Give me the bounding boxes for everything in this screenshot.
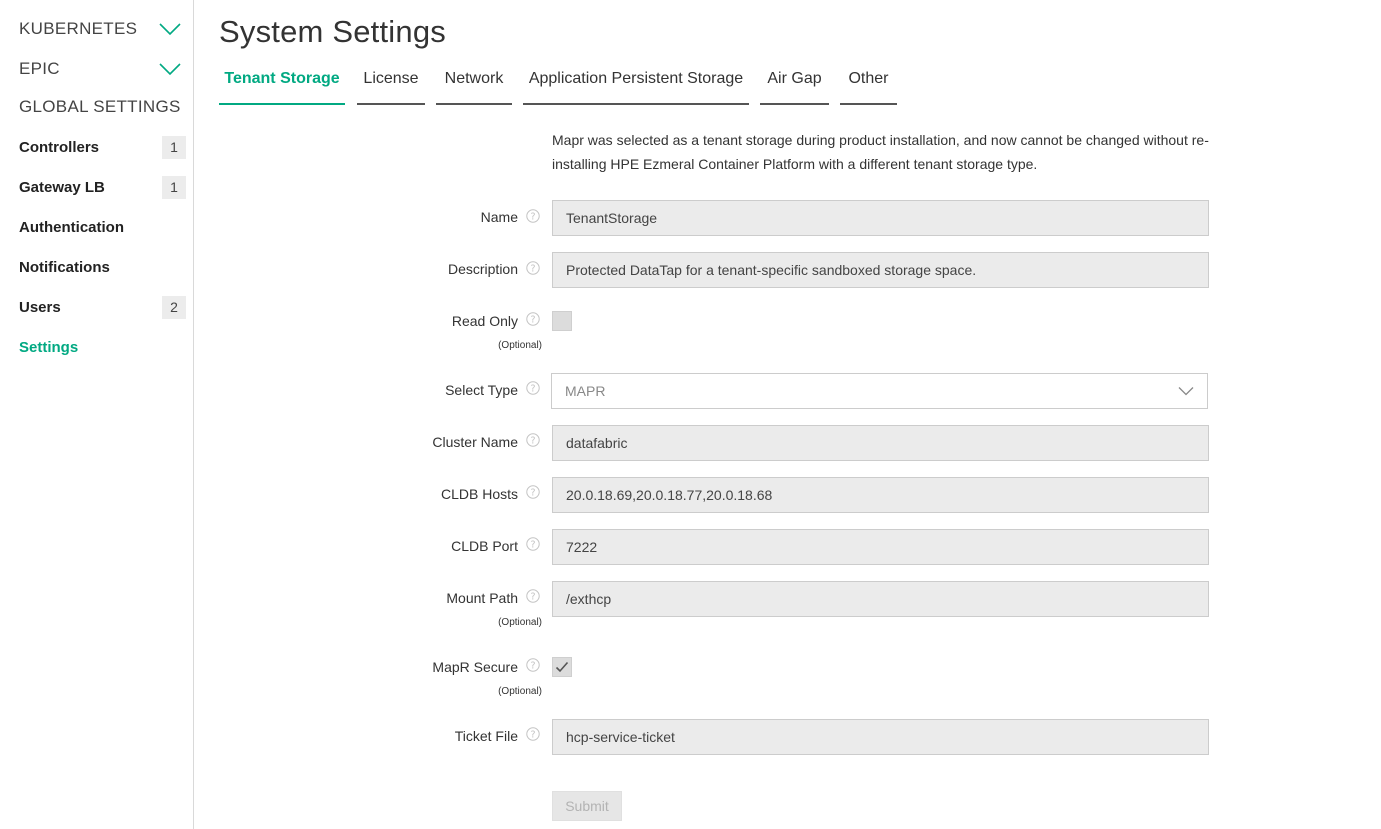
svg-text:?: ? [530, 730, 535, 741]
mapr-secure-label: MapR Secure [432, 659, 518, 675]
select-type-label: Select Type [445, 382, 518, 398]
sidebar-item-gateway-lb[interactable]: Gateway LB 1 [19, 175, 186, 199]
count-badge: 1 [162, 175, 186, 199]
help-icon[interactable]: ? [526, 658, 540, 672]
sidebar-item-label: Gateway LB [19, 178, 105, 196]
cldb-hosts-field[interactable]: 20.0.18.69,20.0.18.77,20.0.18.68 [552, 477, 1209, 513]
sidebar-item-label: Settings [19, 338, 79, 356]
checkmark-icon [555, 661, 569, 673]
storage-type-select[interactable]: MAPR [551, 373, 1208, 409]
nav-group-epic[interactable]: EPIC [19, 57, 181, 81]
help-icon[interactable]: ? [526, 381, 540, 395]
sidebar-item-label: Authentication [19, 218, 124, 236]
ticket-file-label: Ticket File [454, 728, 518, 744]
sidebar-item-authentication[interactable]: Authentication [19, 215, 186, 239]
read-only-label: Read Only [451, 313, 518, 329]
sidebar-item-notifications[interactable]: Notifications [19, 255, 186, 279]
nav-heading-global-settings: GLOBAL SETTINGS [19, 97, 181, 116]
sidebar-item-users[interactable]: Users 2 [19, 295, 186, 319]
mount-path-label: Mount Path [446, 590, 518, 606]
chevron-down-icon [1178, 387, 1194, 396]
cluster-name-label: Cluster Name [432, 434, 518, 450]
select-value: MAPR [565, 383, 606, 399]
help-icon[interactable]: ? [526, 537, 540, 551]
storage-info-text: Mapr was selected as a tenant storage du… [552, 128, 1212, 176]
name-label: Name [480, 209, 518, 225]
tab-network[interactable]: Network [436, 64, 512, 105]
tab-tenant-storage[interactable]: Tenant Storage [219, 64, 345, 105]
sidebar-item-label: Users [19, 298, 61, 316]
help-icon[interactable]: ? [526, 209, 540, 223]
tab-application-persistent-storage[interactable]: Application Persistent Storage [523, 64, 749, 105]
svg-text:?: ? [530, 592, 535, 603]
nav-group-label: KUBERNETES [19, 19, 138, 38]
tab-license[interactable]: License [357, 64, 425, 105]
mount-path-field[interactable]: /exthcp [552, 581, 1209, 617]
sidebar-item-settings[interactable]: Settings [19, 335, 186, 359]
help-icon[interactable]: ? [526, 312, 540, 326]
help-icon[interactable]: ? [526, 433, 540, 447]
cldb-port-label: CLDB Port [451, 538, 518, 554]
optional-label: (Optional) [498, 686, 542, 697]
cldb-hosts-label: CLDB Hosts [440, 486, 518, 502]
nav-group-kubernetes[interactable]: KUBERNETES [19, 17, 181, 41]
svg-text:?: ? [530, 540, 535, 551]
optional-label: (Optional) [498, 617, 542, 628]
svg-text:?: ? [530, 488, 535, 499]
page-title: System Settings [219, 14, 446, 49]
help-icon[interactable]: ? [526, 589, 540, 603]
description-label: Description [447, 261, 518, 277]
cluster-name-field[interactable]: datafabric [552, 425, 1209, 461]
chevron-down-icon [159, 23, 181, 36]
cldb-port-field[interactable]: 7222 [552, 529, 1209, 565]
read-only-checkbox[interactable] [552, 311, 572, 331]
sidebar-item-controllers[interactable]: Controllers 1 [19, 135, 186, 159]
chevron-down-icon [159, 63, 181, 76]
description-field[interactable]: Protected DataTap for a tenant-specific … [552, 252, 1209, 288]
sidebar: KUBERNETES EPIC GLOBAL SETTINGS Controll… [0, 0, 194, 829]
nav-group-label: EPIC [19, 59, 60, 78]
count-badge: 1 [162, 135, 186, 159]
tab-air-gap[interactable]: Air Gap [760, 64, 829, 105]
name-field[interactable]: TenantStorage [552, 200, 1209, 236]
sidebar-item-label: Notifications [19, 258, 110, 276]
optional-label: (Optional) [498, 340, 542, 351]
svg-text:?: ? [530, 661, 535, 672]
info-line: Mapr was selected as a tenant storage du… [552, 132, 1209, 148]
svg-text:?: ? [530, 264, 535, 275]
help-icon[interactable]: ? [526, 727, 540, 741]
svg-text:?: ? [530, 436, 535, 447]
submit-button[interactable]: Submit [552, 791, 622, 821]
help-icon[interactable]: ? [526, 485, 540, 499]
svg-text:?: ? [530, 384, 535, 395]
sidebar-item-label: Controllers [19, 138, 100, 156]
help-icon[interactable]: ? [526, 261, 540, 275]
tab-other[interactable]: Other [840, 64, 897, 105]
mapr-secure-checkbox[interactable] [552, 657, 572, 677]
svg-text:?: ? [530, 212, 535, 223]
count-badge: 2 [162, 295, 186, 319]
info-line: installing HPE Ezmeral Container Platfor… [552, 156, 1038, 172]
svg-text:?: ? [530, 315, 535, 326]
ticket-file-field[interactable]: hcp-service-ticket [552, 719, 1209, 755]
